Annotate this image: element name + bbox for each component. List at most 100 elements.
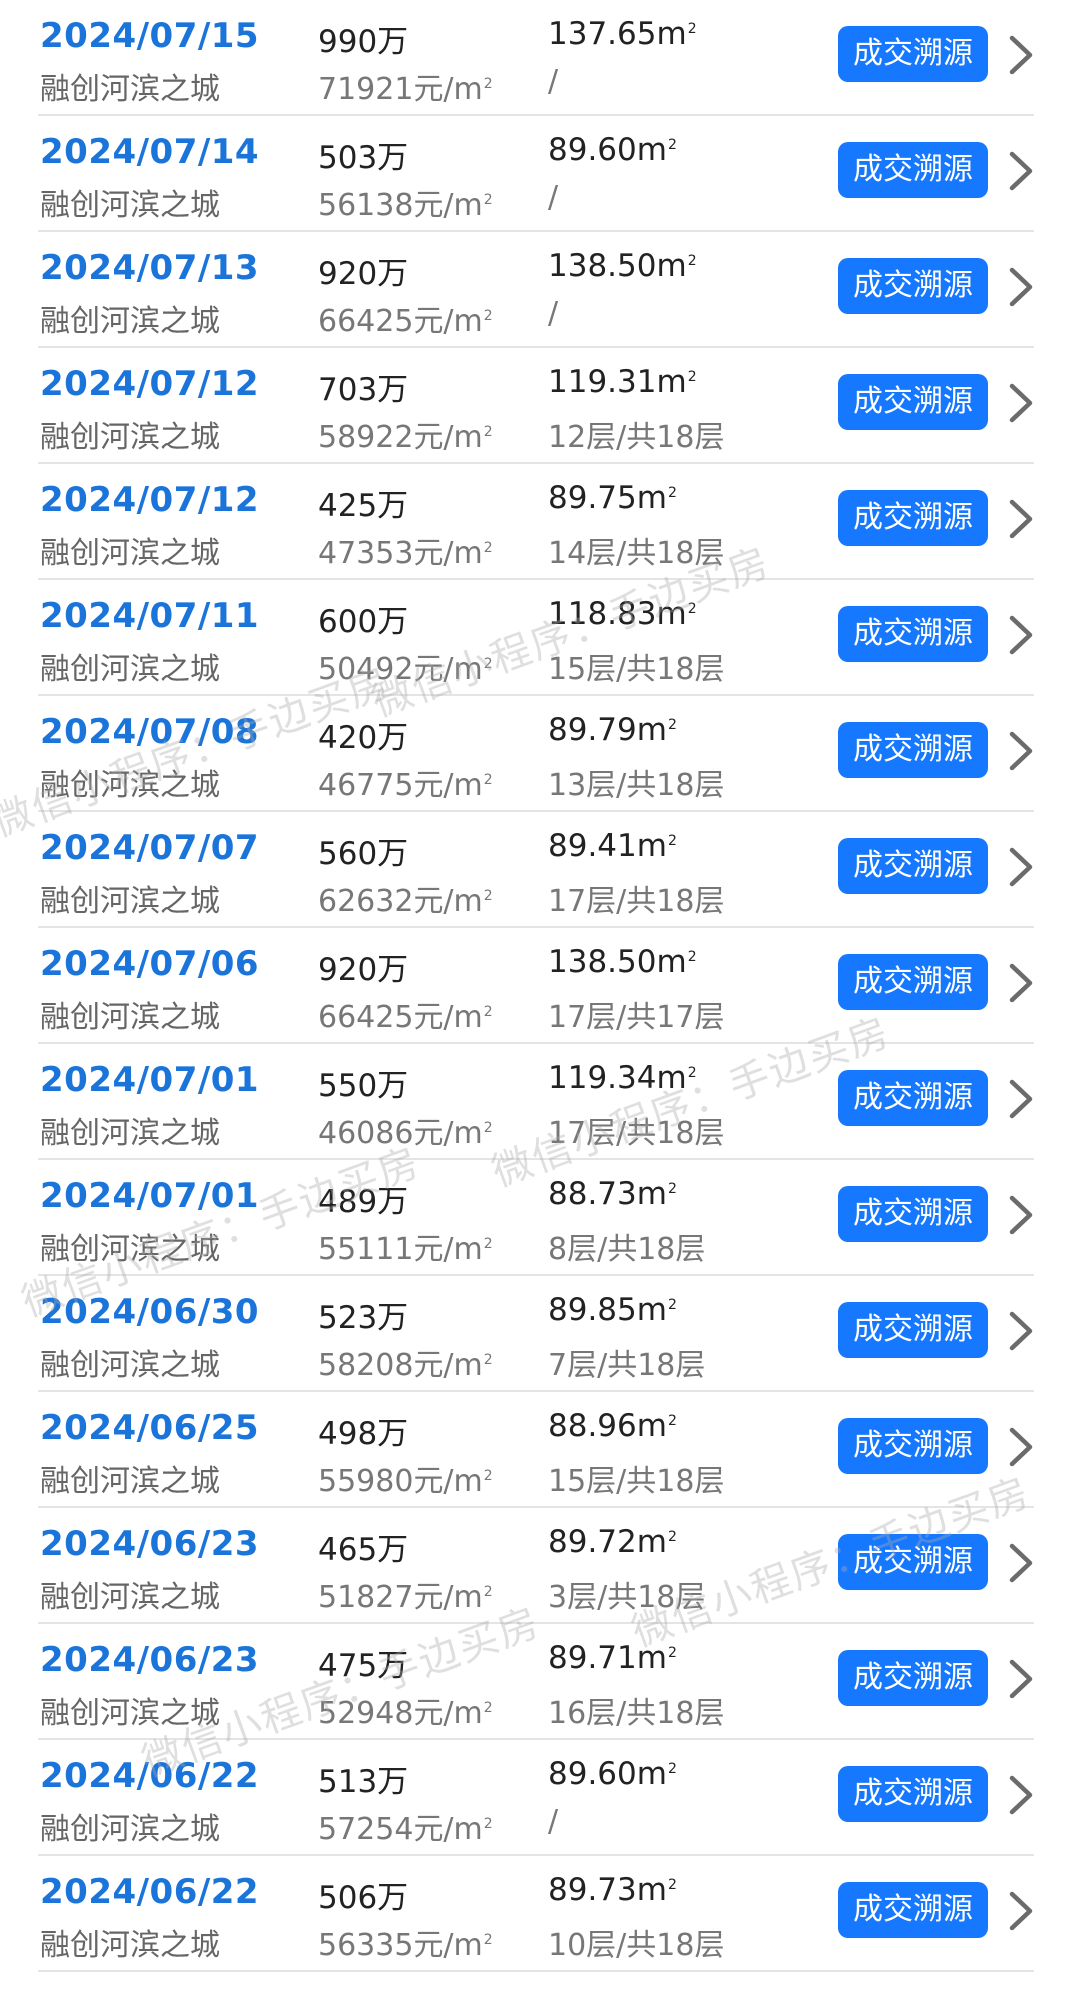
floor-info: 17层/共17层 [548, 1000, 725, 1035]
chevron-right-icon[interactable] [1006, 378, 1036, 428]
transaction-row[interactable]: 2024/06/22 融创河滨之城 513万 57254元/m2 89.60m2 / 成交溯… [38, 1740, 1034, 1856]
chevron-right-icon[interactable] [1006, 1422, 1036, 1472]
deal-date: 2024/07/12 [40, 364, 260, 404]
transaction-row[interactable]: 2024/07/07 融创河滨之城 560万 62632元/m2 89.41m2 17层/… [38, 812, 1034, 928]
community-name: 融创河滨之城 [40, 1116, 220, 1151]
trace-source-button[interactable]: 成交溯源 [838, 374, 988, 430]
area: 89.72m2 [548, 1524, 677, 1560]
trace-source-button[interactable]: 成交溯源 [838, 1766, 988, 1822]
floor-info: 13层/共18层 [548, 768, 725, 803]
transaction-list: 2024/07/15 融创河滨之城 990万 71921元/m2 137.65m2 / 成交… [0, 0, 1080, 1972]
chevron-right-icon[interactable] [1006, 1074, 1036, 1124]
community-name: 融创河滨之城 [40, 768, 220, 803]
unit-price: 46086元/m2 [318, 1116, 493, 1151]
total-price: 489万 [318, 1184, 409, 1220]
chevron-right-icon[interactable] [1006, 842, 1036, 892]
unit-price: 58208元/m2 [318, 1348, 493, 1383]
transaction-row[interactable]: 2024/07/12 融创河滨之城 703万 58922元/m2 119.31m2 12层… [38, 348, 1034, 464]
trace-source-button[interactable]: 成交溯源 [838, 1186, 988, 1242]
chevron-right-icon[interactable] [1006, 1770, 1036, 1820]
floor-info: / [548, 64, 559, 99]
trace-source-button[interactable]: 成交溯源 [838, 722, 988, 778]
total-price: 420万 [318, 720, 409, 756]
transaction-row[interactable]: 2024/07/12 融创河滨之城 425万 47353元/m2 89.75m2 14层/… [38, 464, 1034, 580]
transaction-row[interactable]: 2024/07/13 融创河滨之城 920万 66425元/m2 138.50m2 / 成交… [38, 232, 1034, 348]
trace-source-button[interactable]: 成交溯源 [838, 1418, 988, 1474]
floor-info: 8层/共18层 [548, 1232, 706, 1267]
trace-source-button[interactable]: 成交溯源 [838, 1650, 988, 1706]
trace-source-button[interactable]: 成交溯源 [838, 838, 988, 894]
chevron-right-icon[interactable] [1006, 958, 1036, 1008]
transaction-row[interactable]: 2024/07/06 融创河滨之城 920万 66425元/m2 138.50m2 17层… [38, 928, 1034, 1044]
chevron-right-icon[interactable] [1006, 30, 1036, 80]
chevron-right-icon[interactable] [1006, 1654, 1036, 1704]
community-name: 融创河滨之城 [40, 304, 220, 339]
floor-info: 12层/共18层 [548, 420, 725, 455]
area: 89.60m2 [548, 1756, 677, 1792]
chevron-right-icon[interactable] [1006, 610, 1036, 660]
trace-source-button[interactable]: 成交溯源 [838, 490, 988, 546]
trace-source-button[interactable]: 成交溯源 [838, 26, 988, 82]
transaction-row[interactable]: 2024/07/15 融创河滨之城 990万 71921元/m2 137.65m2 / 成交… [38, 0, 1034, 116]
transaction-row[interactable]: 2024/07/08 融创河滨之城 420万 46775元/m2 89.79m2 13层/… [38, 696, 1034, 812]
transaction-row[interactable]: 2024/07/14 融创河滨之城 503万 56138元/m2 89.60m2 / 成交溯… [38, 116, 1034, 232]
deal-date: 2024/06/30 [40, 1292, 260, 1332]
transaction-row[interactable]: 2024/06/25 融创河滨之城 498万 55980元/m2 88.96m2 15层/… [38, 1392, 1034, 1508]
chevron-right-icon[interactable] [1006, 262, 1036, 312]
area: 88.73m2 [548, 1176, 677, 1212]
chevron-right-icon[interactable] [1006, 1886, 1036, 1936]
chevron-right-icon[interactable] [1006, 1538, 1036, 1588]
trace-source-button[interactable]: 成交溯源 [838, 1882, 988, 1938]
transaction-row[interactable]: 2024/06/23 融创河滨之城 465万 51827元/m2 89.72m2 3层/共… [38, 1508, 1034, 1624]
total-price: 600万 [318, 604, 409, 640]
total-price: 990万 [318, 24, 409, 60]
transaction-row[interactable]: 2024/07/11 融创河滨之城 600万 50492元/m2 118.83m2 15层… [38, 580, 1034, 696]
total-price: 425万 [318, 488, 409, 524]
trace-source-button[interactable]: 成交溯源 [838, 1070, 988, 1126]
unit-price: 66425元/m2 [318, 1000, 493, 1035]
deal-date: 2024/07/08 [40, 712, 260, 752]
transaction-row[interactable]: 2024/07/01 融创河滨之城 489万 55111元/m2 88.73m2 8层/共… [38, 1160, 1034, 1276]
area: 138.50m2 [548, 248, 697, 284]
trace-source-button[interactable]: 成交溯源 [838, 142, 988, 198]
total-price: 498万 [318, 1416, 409, 1452]
chevron-right-icon[interactable] [1006, 726, 1036, 776]
chevron-right-icon[interactable] [1006, 146, 1036, 196]
unit-price: 55980元/m2 [318, 1464, 493, 1499]
community-name: 融创河滨之城 [40, 1580, 220, 1615]
floor-info: 10层/共18层 [548, 1928, 725, 1963]
deal-date: 2024/06/23 [40, 1524, 260, 1564]
area: 89.79m2 [548, 712, 677, 748]
area: 119.31m2 [548, 364, 697, 400]
trace-source-button[interactable]: 成交溯源 [838, 954, 988, 1010]
trace-source-button[interactable]: 成交溯源 [838, 1302, 988, 1358]
total-price: 703万 [318, 372, 409, 408]
unit-price: 66425元/m2 [318, 304, 493, 339]
total-price: 920万 [318, 952, 409, 988]
unit-price: 58922元/m2 [318, 420, 493, 455]
area: 89.71m2 [548, 1640, 677, 1676]
transaction-row[interactable]: 2024/06/22 融创河滨之城 506万 56335元/m2 89.73m2 10层/… [38, 1856, 1034, 1972]
community-name: 融创河滨之城 [40, 884, 220, 919]
unit-price: 55111元/m2 [318, 1232, 493, 1267]
transaction-row[interactable]: 2024/06/30 融创河滨之城 523万 58208元/m2 89.85m2 7层/共… [38, 1276, 1034, 1392]
floor-info: 17层/共18层 [548, 1116, 725, 1151]
floor-info: 17层/共18层 [548, 884, 725, 919]
floor-info: 14层/共18层 [548, 536, 725, 571]
transaction-row[interactable]: 2024/07/01 融创河滨之城 550万 46086元/m2 119.34m2 17层… [38, 1044, 1034, 1160]
chevron-right-icon[interactable] [1006, 1306, 1036, 1356]
area: 119.34m2 [548, 1060, 697, 1096]
community-name: 融创河滨之城 [40, 1348, 220, 1383]
area: 88.96m2 [548, 1408, 677, 1444]
unit-price: 57254元/m2 [318, 1812, 493, 1847]
total-price: 513万 [318, 1764, 409, 1800]
chevron-right-icon[interactable] [1006, 494, 1036, 544]
trace-source-button[interactable]: 成交溯源 [838, 606, 988, 662]
unit-price: 47353元/m2 [318, 536, 493, 571]
chevron-right-icon[interactable] [1006, 1190, 1036, 1240]
trace-source-button[interactable]: 成交溯源 [838, 1534, 988, 1590]
community-name: 融创河滨之城 [40, 72, 220, 107]
trace-source-button[interactable]: 成交溯源 [838, 258, 988, 314]
transaction-row[interactable]: 2024/06/23 融创河滨之城 475万 52948元/m2 89.71m2 16层/… [38, 1624, 1034, 1740]
total-price: 550万 [318, 1068, 409, 1104]
